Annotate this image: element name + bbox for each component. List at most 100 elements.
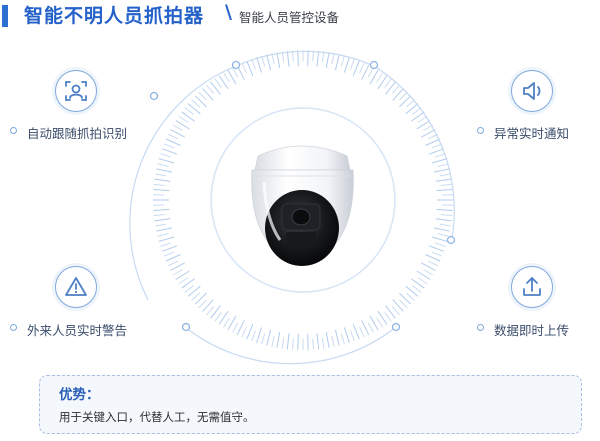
- ring-tick: [246, 60, 254, 76]
- ring-tick: [281, 337, 285, 349]
- ring-tick: [307, 50, 309, 67]
- ring-tick: [153, 183, 165, 186]
- ring-tick: [198, 299, 207, 309]
- ring-tick: [316, 333, 320, 350]
- ring-tick: [427, 260, 439, 267]
- ring-tick: [340, 55, 345, 67]
- ring-tick: [156, 168, 173, 173]
- ring-tick: [359, 62, 365, 74]
- auto-capture-bullet: [10, 127, 17, 134]
- ring-tick: [276, 331, 281, 348]
- ring-tick: [405, 292, 415, 301]
- ring-tick: [384, 312, 392, 322]
- ring-tick: [271, 335, 275, 347]
- ring-node-top: [231, 60, 241, 70]
- ring-tick: [399, 91, 408, 101]
- ring-tick: [153, 189, 170, 192]
- ring-tick: [246, 324, 254, 340]
- ring-tick: [297, 50, 299, 67]
- ring-tick: [223, 317, 230, 328]
- advantage-panel: 优势： 用于关键入口，代替人工，无需值守。: [39, 375, 582, 434]
- ring-tick: [405, 285, 419, 297]
- ring-tick: [321, 51, 325, 63]
- ring-tick: [256, 327, 263, 343]
- ring-tick: [155, 223, 167, 227]
- ring-tick: [167, 260, 179, 267]
- ring-tick: [184, 107, 194, 115]
- ring-tick: [191, 292, 201, 301]
- ring-tick: [251, 330, 256, 342]
- outer-arc-top: [235, 50, 375, 67]
- ring-tick: [325, 52, 330, 69]
- ring-tick: [412, 285, 422, 293]
- ring-tick: [423, 269, 434, 276]
- ring-tick: [232, 322, 239, 333]
- ring-tick: [435, 218, 452, 222]
- ring-tick: [163, 143, 175, 149]
- ring-tick: [431, 236, 448, 242]
- ring-tick: [405, 99, 415, 108]
- ring-tick: [286, 333, 290, 350]
- ring-tick: [321, 337, 325, 349]
- ring-tick: [391, 306, 400, 316]
- ring-tick: [350, 58, 355, 70]
- ring-tick: [194, 95, 207, 108]
- ring-tick: [172, 124, 183, 131]
- ring-tick: [206, 306, 215, 316]
- ring-tick: [343, 57, 350, 73]
- dome-camera-image: [240, 130, 365, 270]
- ring-tick: [433, 227, 450, 232]
- ring-tick: [367, 67, 374, 78]
- ring-tick: [435, 242, 446, 247]
- ring-node-bottom-right: [391, 322, 401, 332]
- ring-tick: [439, 173, 451, 177]
- ring-tick: [425, 254, 441, 262]
- ring-tick: [161, 148, 178, 155]
- ring-tick: [157, 233, 169, 237]
- ring-tick: [417, 277, 428, 285]
- ring-tick: [206, 84, 215, 94]
- ring-tick: [350, 330, 355, 342]
- alert-label: 异常实时通知: [494, 126, 570, 141]
- ring-tick: [187, 103, 201, 115]
- ring-tick: [154, 178, 171, 182]
- ring-tick: [256, 57, 263, 73]
- ring-tick: [437, 233, 449, 237]
- ring-tick: [352, 60, 360, 76]
- ring-tick: [184, 285, 194, 293]
- ring-node-right: [446, 235, 456, 245]
- ring-tick: [359, 326, 365, 338]
- ring-tick: [325, 331, 330, 348]
- ring-tick: [214, 78, 222, 88]
- ring-tick: [331, 335, 335, 347]
- ring-tick: [153, 214, 165, 217]
- alert-bullet: [477, 127, 484, 134]
- ring-tick: [435, 178, 452, 182]
- ring-tick: [286, 50, 290, 67]
- ring-tick: [157, 163, 169, 167]
- ring-tick: [392, 88, 404, 101]
- ring-tick: [156, 227, 173, 232]
- ring-tick: [165, 138, 181, 146]
- ring-tick: [158, 236, 175, 242]
- ring-tick: [441, 214, 453, 217]
- upload-bullet: [477, 324, 484, 331]
- ring-tick: [198, 91, 207, 101]
- ring-tick: [167, 133, 179, 140]
- ring-tick: [428, 148, 445, 155]
- ring-tick: [202, 88, 214, 101]
- ring-tick: [236, 320, 245, 336]
- ring-tick: [439, 223, 451, 227]
- ring-tick: [297, 333, 299, 350]
- ring-tick: [384, 78, 392, 88]
- ring-tick: [172, 269, 183, 276]
- ring-tick: [436, 208, 453, 211]
- ring-tick: [399, 292, 412, 305]
- advantage-text: 用于关键入口，代替人工，无需值守。: [59, 410, 255, 424]
- ring-tick: [154, 218, 171, 222]
- ring-tick: [312, 338, 314, 350]
- ring-tick: [292, 338, 294, 350]
- ring-tick: [376, 317, 383, 328]
- ring-node-bottom-left: [181, 322, 191, 332]
- ring-tick: [331, 53, 335, 65]
